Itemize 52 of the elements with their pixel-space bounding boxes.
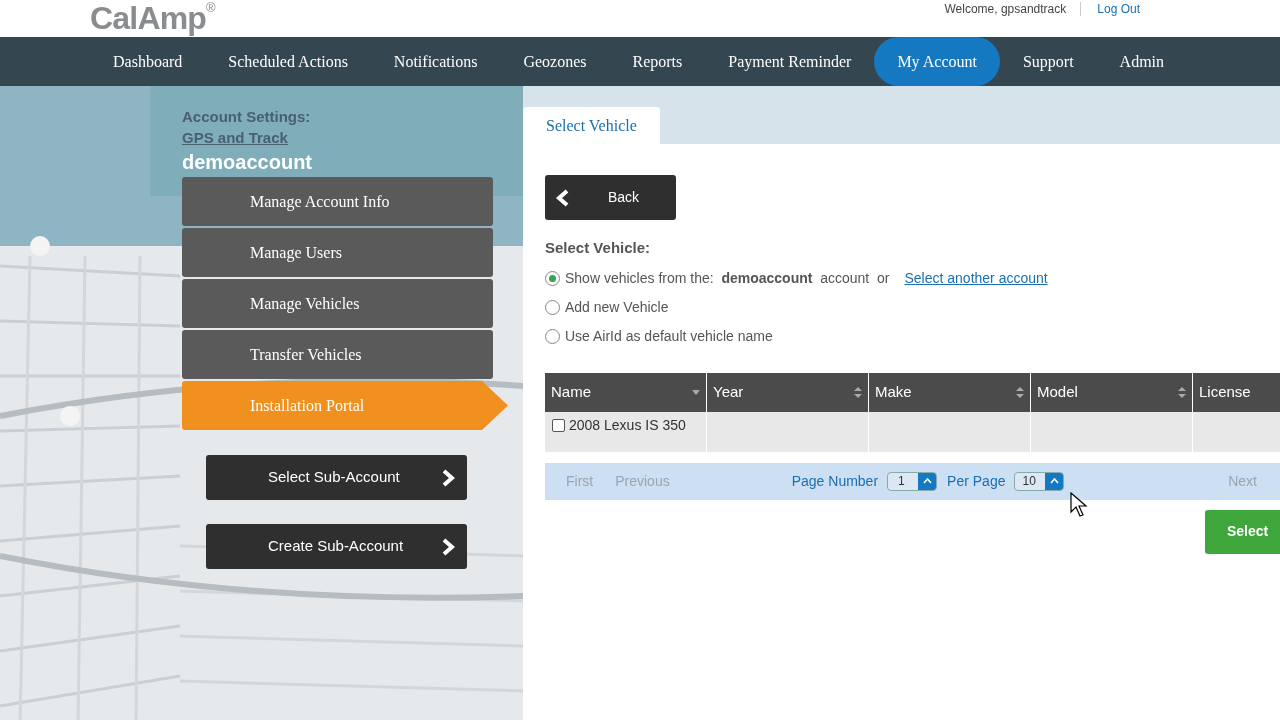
page-number-label: Page Number [791, 471, 879, 491]
per-page-field[interactable]: 10 [1014, 471, 1065, 491]
chevron-left-icon [555, 188, 571, 207]
sort-down-icon [692, 389, 700, 395]
radio-button[interactable] [545, 299, 560, 315]
chevron-right-icon [441, 468, 455, 487]
section-title: Select Vehicle: [545, 238, 652, 258]
table-cell: 2008 Lexus IS 350 [545, 411, 707, 452]
sidebar-menu-item[interactable]: Transfer Vehicles [182, 330, 493, 379]
caret-up-icon [922, 478, 932, 484]
chevron-right-icon [441, 537, 455, 556]
option-label: Show vehicles from the: demoaccount account or [565, 268, 890, 288]
sidebar-menu-item[interactable]: Manage Vehicles [182, 279, 493, 328]
nav-item[interactable]: Notifications [370, 37, 501, 86]
nav-item[interactable]: Admin [1096, 37, 1188, 86]
sub-account-button[interactable]: Select Sub-Account [206, 455, 467, 500]
nav-item[interactable]: Geozones [500, 37, 610, 86]
column-header[interactable]: License [1193, 372, 1280, 412]
welcome-text: Welcome, gpsandtrack [944, 2, 1082, 16]
sort-icon [1016, 386, 1024, 398]
sort-icon [854, 386, 862, 398]
column-header[interactable]: Make [869, 372, 1031, 412]
logo: CalAmp [90, 1, 207, 35]
logout-link[interactable]: Log Out [1097, 2, 1140, 16]
nav-item[interactable]: Reports [609, 37, 706, 86]
sub-account-button[interactable]: Create Sub-Account [206, 524, 467, 569]
sort-icon [1178, 386, 1186, 398]
nav-item[interactable]: My Account [874, 37, 1000, 86]
row-checkbox[interactable] [552, 418, 565, 432]
account-name: demoaccount [182, 150, 314, 175]
back-button[interactable]: Back [545, 175, 676, 220]
mouse-cursor-icon [1070, 492, 1088, 518]
sidebar-menu-item[interactable]: Manage Users [182, 228, 493, 277]
option-label: Use AirId as default vehicle name [565, 326, 773, 346]
sidebar-menu-item[interactable]: Manage Account Info [182, 177, 493, 226]
per-page-label: Per Page [947, 471, 1006, 491]
radio-button[interactable] [545, 328, 560, 344]
panel-tab[interactable]: Select Vehicle [523, 107, 660, 144]
column-header[interactable]: Model [1031, 372, 1193, 412]
option-label: Add new Vehicle [565, 297, 669, 317]
page-number-field[interactable]: 1 [887, 471, 938, 491]
radio-button[interactable] [545, 270, 560, 286]
caret-up-icon [1049, 478, 1059, 484]
settings-heading: Account Settings: [182, 107, 312, 127]
logo-mark: ® [206, 1, 216, 14]
column-header[interactable]: Name [545, 372, 707, 412]
nav-item[interactable]: Payment Reminder [705, 37, 875, 86]
select-account-link[interactable]: Select another account [904, 267, 1048, 289]
nav-item[interactable]: Dashboard [90, 37, 206, 86]
nav-item[interactable]: Support [999, 37, 1097, 86]
column-header[interactable]: Year [707, 372, 869, 412]
nav-item[interactable]: Scheduled Actions [205, 37, 371, 86]
